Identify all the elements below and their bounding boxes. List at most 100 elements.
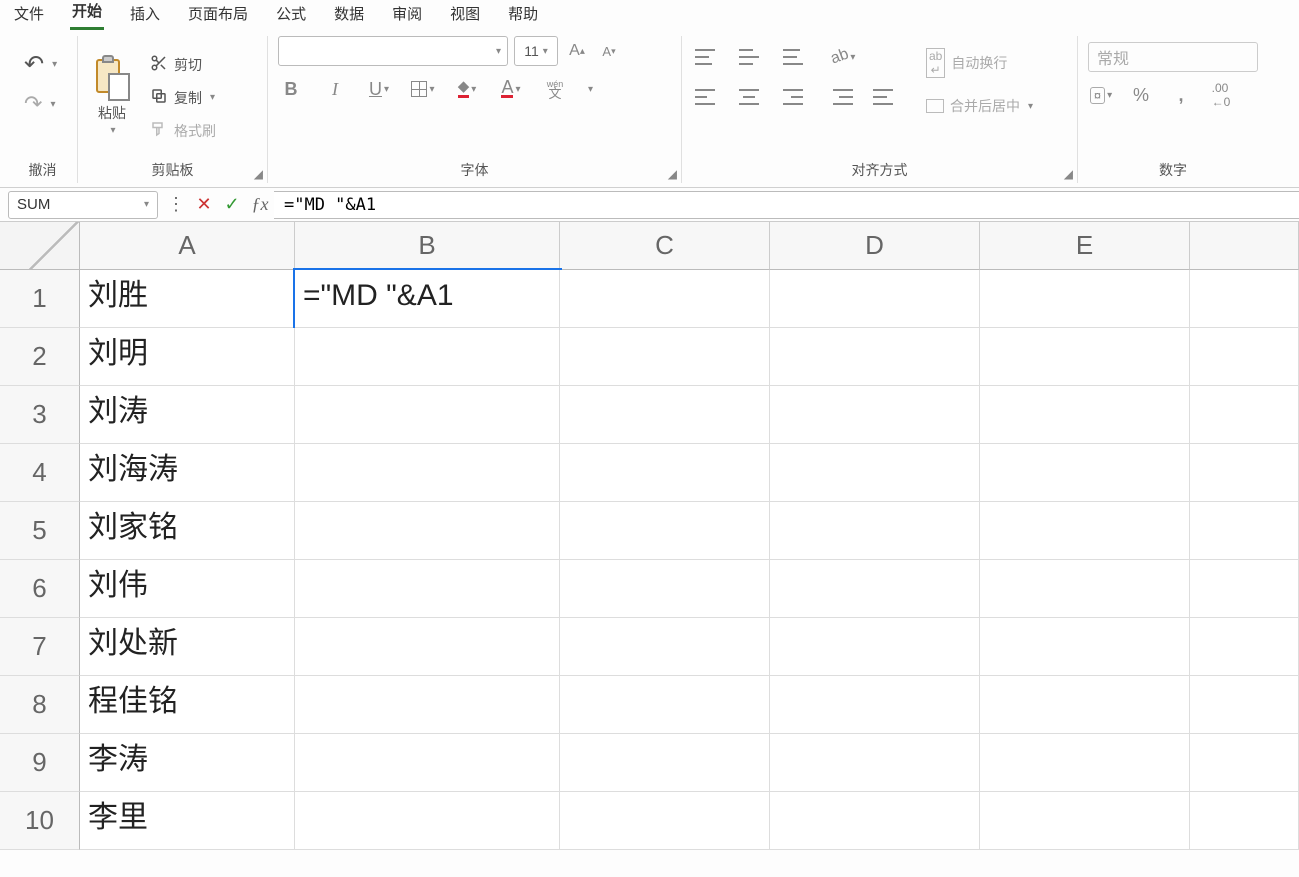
cell-extra-3[interactable] (1190, 386, 1299, 444)
cell-B1[interactable]: ="MD "&A1 (295, 270, 560, 328)
percent-button[interactable]: % (1128, 82, 1154, 108)
cell-extra-5[interactable] (1190, 502, 1299, 560)
cell-D10[interactable] (770, 792, 980, 850)
font-size-select[interactable]: 11▾ (514, 36, 558, 66)
fx-button[interactable]: ƒx (246, 191, 274, 219)
cell-C3[interactable] (560, 386, 770, 444)
cell-B7[interactable] (295, 618, 560, 676)
column-header-E[interactable]: E (980, 222, 1190, 270)
font-family-select[interactable]: ▾ (278, 36, 508, 66)
cell-E1[interactable] (980, 270, 1190, 328)
cell-D3[interactable] (770, 386, 980, 444)
menu-item-6[interactable]: 审阅 (390, 0, 424, 30)
menu-item-5[interactable]: 数据 (332, 0, 366, 30)
cell-E6[interactable] (980, 560, 1190, 618)
cell-extra-8[interactable] (1190, 676, 1299, 734)
cell-D6[interactable] (770, 560, 980, 618)
cell-extra-6[interactable] (1190, 560, 1299, 618)
cell-B9[interactable] (295, 734, 560, 792)
fill-color-button[interactable]: ◆▾ (454, 76, 480, 102)
cell-B2[interactable] (295, 328, 560, 386)
column-header-C[interactable]: C (560, 222, 770, 270)
cell-E5[interactable] (980, 502, 1190, 560)
cell-A5[interactable]: 刘家铭 (80, 502, 295, 560)
cell-A4[interactable]: 刘海涛 (80, 444, 295, 502)
cell-E10[interactable] (980, 792, 1190, 850)
increase-decimal-button[interactable]: .00←0 (1208, 82, 1234, 108)
menu-item-2[interactable]: 插入 (128, 0, 162, 30)
row-header-6[interactable]: 6 (0, 560, 80, 618)
row-header-10[interactable]: 10 (0, 792, 80, 850)
formula-input[interactable] (274, 191, 1299, 219)
decrease-indent-button[interactable] (830, 84, 856, 110)
borders-button[interactable]: ▾ (410, 76, 436, 102)
comma-button[interactable]: , (1168, 82, 1194, 108)
cell-extra-4[interactable] (1190, 444, 1299, 502)
menu-item-4[interactable]: 公式 (274, 0, 308, 30)
cell-D4[interactable] (770, 444, 980, 502)
decrease-font-button[interactable]: A▾ (596, 38, 622, 64)
accounting-format-button[interactable]: ¤▾ (1088, 82, 1114, 108)
cell-D2[interactable] (770, 328, 980, 386)
cell-extra-1[interactable] (1190, 270, 1299, 328)
row-header-1[interactable]: 1 (0, 270, 80, 328)
row-header-3[interactable]: 3 (0, 386, 80, 444)
cell-A7[interactable]: 刘处新 (80, 618, 295, 676)
column-header-A[interactable]: A (80, 222, 295, 270)
cell-B4[interactable] (295, 444, 560, 502)
cell-D5[interactable] (770, 502, 980, 560)
orientation-button[interactable]: ab▾ (830, 44, 856, 70)
column-header-extra[interactable] (1190, 222, 1299, 270)
dialog-launcher-icon[interactable]: ◢ (254, 167, 263, 181)
cell-B6[interactable] (295, 560, 560, 618)
number-format-select[interactable]: 常规 (1088, 42, 1258, 72)
menu-item-3[interactable]: 页面布局 (186, 0, 250, 30)
cell-C8[interactable] (560, 676, 770, 734)
accept-formula-button[interactable]: ✓ (218, 191, 246, 219)
row-header-8[interactable]: 8 (0, 676, 80, 734)
increase-indent-button[interactable] (870, 84, 896, 110)
menu-item-7[interactable]: 视图 (448, 0, 482, 30)
cell-A1[interactable]: 刘胜 (80, 270, 295, 328)
align-middle-button[interactable] (736, 44, 762, 70)
cell-D1[interactable] (770, 270, 980, 328)
dialog-launcher-icon[interactable]: ◢ (1064, 167, 1073, 181)
name-box[interactable]: SUM ▾ (8, 191, 158, 219)
cell-A2[interactable]: 刘明 (80, 328, 295, 386)
cell-A10[interactable]: 李里 (80, 792, 295, 850)
cell-B10[interactable] (295, 792, 560, 850)
cell-C9[interactable] (560, 734, 770, 792)
menu-item-1[interactable]: 开始 (70, 0, 104, 30)
cell-E4[interactable] (980, 444, 1190, 502)
cell-E9[interactable] (980, 734, 1190, 792)
paste-button[interactable]: 粘贴 ▾ (88, 55, 136, 140)
cell-A6[interactable]: 刘伟 (80, 560, 295, 618)
align-bottom-button[interactable] (780, 44, 806, 70)
menu-item-8[interactable]: 帮助 (506, 0, 540, 30)
cell-D7[interactable] (770, 618, 980, 676)
dialog-launcher-icon[interactable]: ◢ (668, 167, 677, 181)
cell-C7[interactable] (560, 618, 770, 676)
spreadsheet-grid[interactable]: ABCDE1刘胜="MD "&A12刘明3刘涛4刘海涛5刘家铭6刘伟7刘处新8程… (0, 222, 1299, 850)
align-top-button[interactable] (692, 44, 718, 70)
cell-A8[interactable]: 程佳铭 (80, 676, 295, 734)
align-center-button[interactable] (736, 84, 762, 110)
underline-button[interactable]: U▾ (366, 76, 392, 102)
cell-C2[interactable] (560, 328, 770, 386)
more-icon[interactable]: ⋮ (162, 191, 190, 219)
cell-C6[interactable] (560, 560, 770, 618)
cell-B8[interactable] (295, 676, 560, 734)
align-right-button[interactable] (780, 84, 806, 110)
align-left-button[interactable] (692, 84, 718, 110)
cell-C4[interactable] (560, 444, 770, 502)
cell-extra-2[interactable] (1190, 328, 1299, 386)
cell-A3[interactable]: 刘涛 (80, 386, 295, 444)
column-header-B[interactable]: B (295, 222, 560, 270)
menu-item-0[interactable]: 文件 (12, 0, 46, 30)
cell-extra-7[interactable] (1190, 618, 1299, 676)
cell-E2[interactable] (980, 328, 1190, 386)
copy-button[interactable]: 复制▾ (144, 83, 222, 112)
cell-E8[interactable] (980, 676, 1190, 734)
format-painter-button[interactable]: 格式刷 (144, 116, 222, 145)
column-header-D[interactable]: D (770, 222, 980, 270)
